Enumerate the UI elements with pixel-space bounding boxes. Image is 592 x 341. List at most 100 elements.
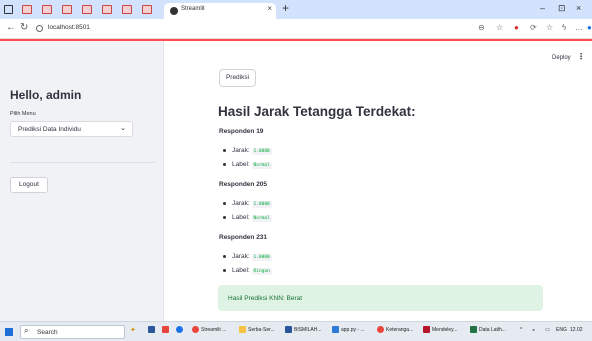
distance-value: 1.0000 [251,148,272,155]
neighbor-title: Responden 231 [219,234,268,241]
tab-title: Streamlit [181,6,205,12]
back-icon[interactable]: ← [6,22,16,33]
label-value: Normal [251,215,272,222]
bookmark-star-icon[interactable]: ☆ [496,23,503,32]
copilot-icon[interactable]: ● [587,23,592,32]
taskbar-app-label: BISMILAH... [294,326,322,333]
windows-taskbar: ⌕ Search ✦ Streamlit ... Serba-Ser... BI… [0,321,592,341]
label-value: Normal [251,162,272,169]
neighbor-distance: Jarak: 1.0000 [223,253,272,261]
label-key: Label: [232,267,250,274]
chevron-down-icon: ⌄ [120,125,126,132]
distance-key: Jarak: [232,200,250,207]
prediction-result-box: Hasil Prediksi KNN: Berat [218,285,543,311]
sidebar-greeting: Hello, admin [10,88,82,102]
streamlit-favicon-icon [170,7,178,15]
results-heading: Hasil Jarak Tetangga Terdekat: [218,104,416,119]
pinned-tab-icon[interactable] [142,5,152,14]
more-menu-icon[interactable]: … [575,23,583,32]
taskbar-app[interactable]: Serba-Ser... [239,326,275,338]
task-view-icon[interactable] [148,326,157,338]
tab-streamlit[interactable]: Streamlit × [164,3,276,19]
distance-value: 1.0000 [251,254,272,261]
taskbar-app[interactable]: BISMILAH... [285,326,322,338]
tray-chevron-icon[interactable]: ^ [520,327,522,333]
menu-select-label: Pilih Menu [10,111,36,117]
browser-tab-strip: Streamlit × + – ⊡ × [0,0,592,19]
predict-button[interactable]: Prediksi [219,69,256,87]
pinned-tab-icon[interactable] [22,5,32,14]
clock[interactable]: 12.02 [570,327,583,333]
pinned-tab-icon[interactable] [82,5,92,14]
taskbar-app-label: Streamlit ... [201,326,227,333]
start-icon[interactable] [5,328,13,336]
taskbar-app-label: app.py - ... [341,326,365,333]
reload-icon[interactable]: ↻ [20,22,28,33]
site-info-icon[interactable] [36,25,43,32]
translate-icon[interactable]: ⊖ [478,23,485,32]
taskbar-search[interactable]: ⌕ Search [20,325,125,339]
network-icon[interactable]: ◒ [532,327,535,333]
logout-button[interactable]: Logout [10,177,48,193]
taskbar-app[interactable]: Streamlit ... [192,326,226,338]
label-key: Label: [232,161,250,168]
tab-close-icon[interactable]: × [267,4,272,13]
bullet-icon [223,215,226,219]
pinned-tab-icon[interactable] [122,5,132,14]
main-content: Deploy ⋮ Prediksi Hasil Jarak Tetangga T… [165,41,592,321]
neighbor-label: Label: Normal [223,214,272,222]
url-field[interactable]: localhost:8501 [48,24,90,31]
taskbar-app[interactable]: Keteranga... [377,326,413,338]
bullet-icon [223,254,226,258]
taskbar-app-label: Keteranga... [386,326,414,333]
neighbor-distance: Jarak: 1.0000 [223,200,272,208]
edge-icon[interactable] [176,326,185,338]
main-menu-icon[interactable]: ⋮ [577,52,585,61]
taskbar-app-label: Data Latih... [479,326,506,333]
label-value: Ringan [251,268,272,275]
minimize-button[interactable]: – [540,3,545,13]
widgets-icon[interactable]: ✦ [130,326,136,338]
taskbar-app-label: Mendeley... [432,326,458,333]
screenshot-root: Streamlit × + – ⊡ × ← ↻ localhost:8501 ⊖… [0,0,592,341]
taskbar-app[interactable]: Mendeley... [423,326,457,338]
neighbor-label: Label: Ringan [223,267,272,275]
close-window-button[interactable]: × [576,3,581,13]
prediction-result-text: Hasil Prediksi KNN: Berat [228,295,303,302]
store-icon[interactable] [162,326,171,338]
neighbor-title: Responden 205 [219,181,268,188]
collections-icon[interactable]: ϟ [562,23,566,32]
bullet-icon [223,162,226,166]
sidebar: Hello, admin Pilih Menu Prediksi Data In… [0,41,164,321]
taskbar-app[interactable]: app.py - ... [332,326,365,338]
maximize-button[interactable]: ⊡ [558,3,566,14]
pinned-tab-icon[interactable] [62,5,72,14]
search-icon: ⌕ [24,326,29,335]
taskbar-search-label: Search [37,329,58,336]
pinned-tab-icon[interactable] [42,5,52,14]
distance-key: Jarak: [232,147,250,154]
window-menu-icon[interactable] [4,5,13,14]
neighbor-distance: Jarak: 1.0000 [223,147,272,155]
taskbar-app[interactable]: Data Latih... [470,326,506,338]
bullet-icon [223,268,226,272]
bullet-icon [223,148,226,152]
menu-select[interactable]: Prediksi Data Individu ⌄ [10,121,133,137]
label-key: Label: [232,214,250,221]
extension-red-icon[interactable]: ● [514,23,519,32]
menu-select-value: Prediksi Data Individu [18,126,81,133]
deploy-button[interactable]: Deploy [552,55,571,61]
new-tab-button[interactable]: + [282,1,289,15]
neighbor-title: Responden 19 [219,128,264,135]
neighbor-label: Label: Normal [223,161,272,169]
pinned-tab-icon[interactable] [102,5,112,14]
battery-icon[interactable]: ▭ [545,327,550,333]
address-bar: ← ↻ localhost:8501 ⊖ ☆ ● ⟳ ☆ ϟ … ● [0,19,592,39]
distance-value: 1.0000 [251,201,272,208]
bullet-icon [223,201,226,205]
taskbar-app-label: Serba-Ser... [248,326,275,333]
sidebar-divider [10,162,155,163]
extension-icon[interactable]: ⟳ [530,23,537,32]
favorites-icon[interactable]: ☆ [546,23,553,32]
language-indicator[interactable]: ENG [556,327,567,333]
